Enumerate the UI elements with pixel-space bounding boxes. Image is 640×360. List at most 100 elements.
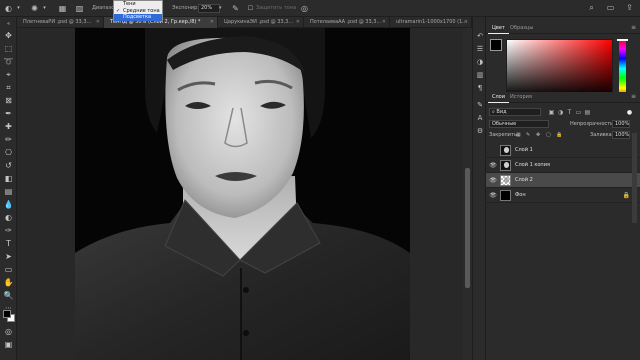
paragraph-icon[interactable]: ¶: [475, 83, 485, 93]
clone-stamp-tool-icon[interactable]: ⎔: [3, 147, 14, 158]
blend-mode-select[interactable]: Обычные: [489, 120, 549, 128]
doc-tab[interactable]: ЦарукинаЭИ .psd @ 33,3... ✕: [218, 17, 304, 28]
workspace-icon[interactable]: ▭: [606, 3, 615, 12]
quick-select-tool-icon[interactable]: ⌖: [3, 69, 14, 80]
quick-mask-icon[interactable]: ◎: [3, 326, 14, 337]
lock-position-icon[interactable]: ✥: [536, 131, 540, 139]
close-icon[interactable]: ✕: [96, 17, 100, 28]
frame-tool-icon[interactable]: ⊠: [3, 95, 14, 106]
crop-tool-icon[interactable]: ⌗: [3, 82, 14, 93]
airbrush-icon[interactable]: ✎: [231, 4, 240, 13]
share-icon[interactable]: ⇪: [625, 3, 634, 12]
close-icon[interactable]: ✕: [296, 17, 300, 28]
layer-row[interactable]: 👁 Фон 🔒: [486, 188, 640, 203]
filter-pixel-icon[interactable]: ▣: [548, 109, 555, 116]
brushes-icon[interactable]: ✎: [475, 100, 485, 110]
eye-icon[interactable]: 👁: [489, 192, 497, 199]
filter-smart-object-icon[interactable]: ▤: [584, 109, 591, 116]
close-icon[interactable]: ✕: [464, 17, 468, 28]
range-option-highlights[interactable]: Подсветка: [114, 14, 162, 21]
screen-mode-icon[interactable]: ▣: [3, 339, 14, 350]
panel-menu-icon[interactable]: ≡: [631, 92, 636, 102]
lock-pixels-icon[interactable]: ✎: [526, 131, 530, 139]
lock-icon: 🔒: [622, 192, 630, 199]
opacity-label: Непрозрачность:: [570, 121, 615, 127]
zoom-tool-icon[interactable]: 🔍: [3, 290, 14, 301]
eyedropper-tool-icon[interactable]: ✒: [3, 108, 14, 119]
lock-artboard-icon[interactable]: ▢: [546, 131, 551, 139]
canvas-vertical-scrollbar[interactable]: [463, 28, 472, 360]
color-panel-tabs: Цвет Образцы ≡: [486, 23, 640, 34]
doc-tab[interactable]: ПотелаеваАА .psd @ 33,3... ✕: [304, 17, 390, 28]
tab-swatches[interactable]: Образцы: [506, 23, 537, 34]
layer-row[interactable]: Слой 1: [486, 143, 640, 158]
layer-thumbnail-portrait: [500, 160, 511, 171]
eye-icon[interactable]: 👁: [489, 162, 497, 169]
character-icon[interactable]: A: [475, 113, 485, 123]
move-tool-icon[interactable]: ✥: [3, 30, 14, 41]
range-dropdown[interactable]: Тени ✓ Средние тона Подсветка: [113, 0, 163, 21]
close-icon[interactable]: ✕: [210, 17, 214, 28]
filter-type-icon[interactable]: T: [566, 109, 573, 116]
panel-icon-strip: ↶ ☰ ◑ ▥ ¶ ✎ A ⚙: [472, 17, 486, 360]
visibility-toggle-empty[interactable]: [489, 147, 497, 154]
brush-panel-icon[interactable]: ▨: [75, 4, 84, 13]
lock-transparent-icon[interactable]: ▦: [516, 131, 521, 139]
brush-settings-icon[interactable]: ▦: [58, 4, 67, 13]
hue-slider[interactable]: [619, 39, 626, 98]
exposure-chevron-icon[interactable]: ▾: [219, 4, 226, 13]
search-icon[interactable]: ⌕: [587, 3, 596, 12]
doc-tab[interactable]: ultramarin1-1000x1700 (1... ✕: [390, 17, 472, 28]
rectangle-tool-icon[interactable]: ▭: [3, 264, 14, 275]
lasso-tool-icon[interactable]: ➰: [3, 56, 14, 67]
layer-kind-filter[interactable]: ⌕ Вид: [489, 108, 541, 116]
document-canvas-photo[interactable]: [75, 28, 410, 360]
tool-preset-chevron-icon[interactable]: ▾: [14, 4, 23, 13]
properties-icon[interactable]: ☰: [475, 44, 485, 54]
protect-tones-label: Защитить тона: [256, 5, 297, 11]
layers-scrollbar[interactable]: [632, 133, 637, 223]
doc-tab[interactable]: ПлетневаРИ .psd @ 33,3... ✕: [17, 17, 104, 28]
foreground-color-swatch[interactable]: [3, 310, 11, 318]
layer-row[interactable]: 👁 Слой 1 копия: [486, 158, 640, 173]
filter-toggle-icon[interactable]: ●: [626, 109, 633, 116]
toolbox-collapse-icon[interactable]: «: [3, 19, 14, 30]
path-select-tool-icon[interactable]: ➤: [3, 251, 14, 262]
adjustments-icon[interactable]: ◑: [475, 57, 485, 67]
hue-slider-handle[interactable]: [617, 39, 628, 41]
filter-shape-icon[interactable]: ▭: [575, 109, 582, 116]
lock-all-icon[interactable]: 🔒: [556, 131, 562, 139]
marquee-tool-icon[interactable]: ⬚: [3, 43, 14, 54]
color-picker-field[interactable]: [506, 39, 613, 98]
hand-tool-icon[interactable]: ✋: [3, 277, 14, 288]
pressure-size-icon[interactable]: ◎: [300, 4, 309, 13]
gradient-tool-icon[interactable]: ▤: [3, 186, 14, 197]
eraser-tool-icon[interactable]: ◧: [3, 173, 14, 184]
canvas-area[interactable]: [17, 28, 472, 360]
brush-tool-icon[interactable]: ✏: [3, 134, 14, 145]
scrollbar-thumb[interactable]: [465, 168, 470, 288]
brush-chevron-icon[interactable]: ▾: [40, 4, 49, 13]
dodge-tool-icon[interactable]: ◐: [3, 212, 14, 223]
opacity-field[interactable]: 100%: [612, 120, 630, 128]
exposure-field[interactable]: 20%: [198, 4, 220, 13]
filter-adjustment-icon[interactable]: ◑: [557, 109, 564, 116]
glyphs-icon[interactable]: ⚙: [475, 126, 485, 136]
eye-icon[interactable]: 👁: [489, 177, 497, 184]
tab-history[interactable]: История: [506, 92, 536, 103]
layer-row-selected[interactable]: 👁 Слой 2: [486, 173, 640, 188]
dodge-tool-icon[interactable]: ◐: [4, 4, 13, 13]
panel-menu-icon[interactable]: ≡: [631, 23, 636, 33]
libraries-icon[interactable]: ▥: [475, 70, 485, 80]
history-brush-tool-icon[interactable]: ↺: [3, 160, 14, 171]
history-icon[interactable]: ↶: [475, 31, 485, 41]
blur-tool-icon[interactable]: 💧: [3, 199, 14, 210]
fill-field[interactable]: 100%: [612, 131, 630, 139]
close-icon[interactable]: ✕: [382, 17, 386, 28]
healing-brush-tool-icon[interactable]: ✚: [3, 121, 14, 132]
protect-tones-checkbox[interactable]: ☐: [246, 4, 255, 13]
brush-preset-icon[interactable]: ✺: [30, 4, 39, 13]
pen-tool-icon[interactable]: ✑: [3, 225, 14, 236]
foreground-color-chip[interactable]: [490, 39, 502, 51]
type-tool-icon[interactable]: T: [3, 238, 14, 249]
